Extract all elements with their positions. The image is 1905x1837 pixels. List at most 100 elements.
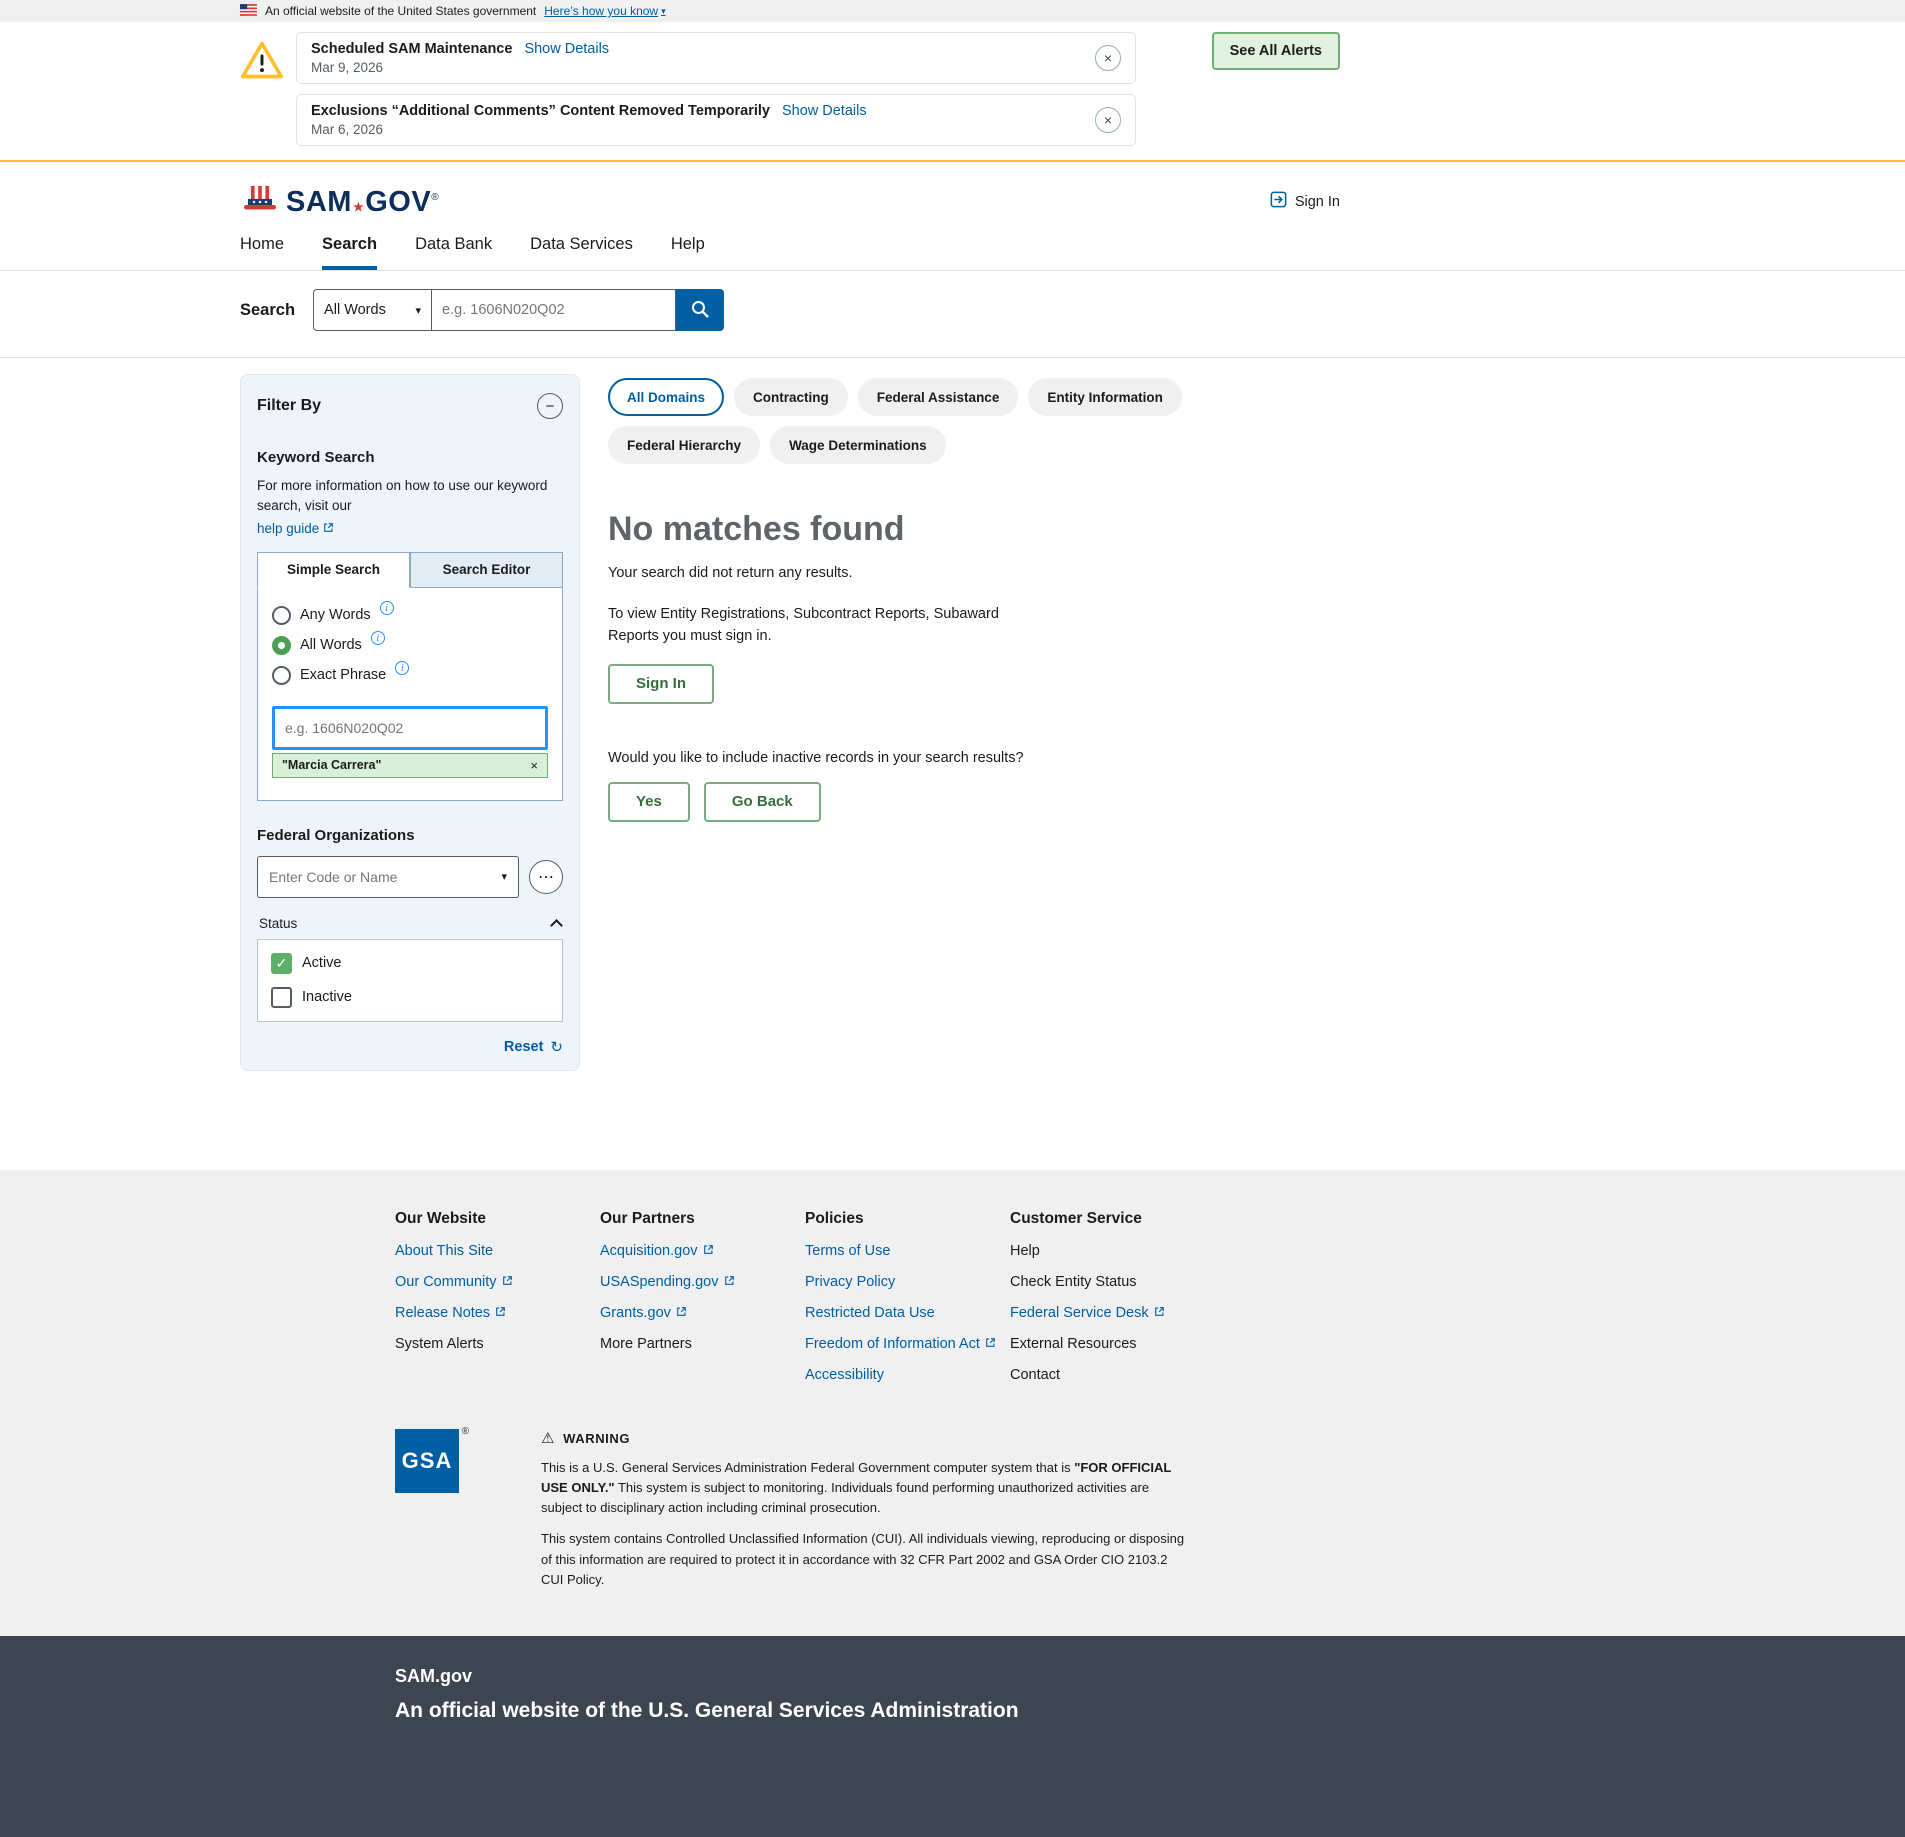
- pill-federal-hierarchy[interactable]: Federal Hierarchy: [608, 426, 760, 464]
- nav-item-data-services[interactable]: Data Services: [530, 235, 633, 270]
- nav-item-home[interactable]: Home: [240, 235, 284, 270]
- footer-link-acquisition-gov[interactable]: Acquisition.gov: [600, 1243, 698, 1259]
- nav-item-data-bank[interactable]: Data Bank: [415, 235, 492, 270]
- remove-chip-button[interactable]: ×: [530, 758, 538, 773]
- logo-gov-text: GOV: [365, 186, 431, 219]
- footer-link-release-notes[interactable]: Release Notes: [395, 1305, 490, 1321]
- radio-button[interactable]: [272, 666, 291, 685]
- red-star-icon: ★: [353, 200, 364, 214]
- footer-link-our-community[interactable]: Our Community: [395, 1274, 497, 1290]
- simple-search-card: Any Words i All Words i Exact Phrase i "…: [257, 588, 563, 801]
- footer-link-check-entity-status[interactable]: Check Entity Status: [1010, 1274, 1137, 1290]
- federal-organizations-combobox[interactable]: Enter Code or Name ▾: [257, 856, 519, 898]
- tab-simple-search[interactable]: Simple Search: [257, 552, 410, 588]
- search-mode-value: All Words: [324, 302, 386, 318]
- footer-link-about-this-site[interactable]: About This Site: [395, 1243, 493, 1259]
- sam-gov-logo[interactable]: SAM★GOV®: [240, 184, 439, 219]
- radio-all-words[interactable]: All Words i: [272, 636, 548, 655]
- sign-in-icon: [1269, 190, 1288, 213]
- keyword-input[interactable]: [272, 706, 548, 750]
- footer-column-title: Our Website: [395, 1210, 600, 1228]
- alert-show-details-link[interactable]: Show Details: [782, 103, 867, 119]
- tab-search-editor[interactable]: Search Editor: [410, 552, 563, 588]
- alert-list: Scheduled SAM Maintenance Show Details M…: [296, 32, 1136, 146]
- status-option-inactive[interactable]: Inactive: [271, 987, 549, 1008]
- pill-wage-determinations[interactable]: Wage Determinations: [770, 426, 946, 464]
- header-sign-in-link[interactable]: Sign In: [1269, 190, 1340, 213]
- pill-all-domains[interactable]: All Domains: [608, 378, 724, 416]
- uncle-sam-hat-icon: [240, 184, 280, 219]
- more-organizations-button[interactable]: ⋯: [529, 860, 563, 894]
- external-link-icon: [502, 1274, 513, 1290]
- help-guide-link[interactable]: help guide: [257, 521, 319, 536]
- collapse-filters-button[interactable]: −: [537, 393, 563, 419]
- info-icon[interactable]: i: [380, 601, 394, 615]
- see-all-alerts-button[interactable]: See All Alerts: [1212, 32, 1340, 70]
- alert-close-button[interactable]: ×: [1095, 107, 1121, 133]
- yes-button[interactable]: Yes: [608, 782, 690, 822]
- footer-link-terms-of-use[interactable]: Terms of Use: [805, 1243, 890, 1259]
- agency-footer-title: SAM.gov: [395, 1666, 1905, 1687]
- search-mode-select[interactable]: All Words ▾: [313, 289, 431, 331]
- footer-link-contact[interactable]: Contact: [1010, 1367, 1060, 1383]
- keyword-search-description: For more information on how to use our k…: [257, 476, 563, 517]
- go-back-button[interactable]: Go Back: [704, 782, 821, 822]
- pill-federal-assistance[interactable]: Federal Assistance: [858, 378, 1019, 416]
- radio-any-words[interactable]: Any Words i: [272, 606, 548, 625]
- chevron-up-icon[interactable]: [550, 919, 563, 932]
- chevron-down-icon: ▾: [416, 304, 422, 317]
- footer-link-help[interactable]: Help: [1010, 1243, 1040, 1259]
- footer-link-privacy-policy[interactable]: Privacy Policy: [805, 1274, 895, 1290]
- alert-date: Mar 9, 2026: [311, 60, 609, 75]
- pill-contracting[interactable]: Contracting: [734, 378, 848, 416]
- footer-link-grants-gov[interactable]: Grants.gov: [600, 1305, 671, 1321]
- footer-link-more-partners[interactable]: More Partners: [600, 1336, 692, 1352]
- filter-by-title: Filter By: [257, 397, 321, 415]
- close-icon: ×: [1104, 113, 1112, 127]
- search-input[interactable]: [431, 289, 676, 331]
- chevron-down-icon: ▾: [661, 6, 666, 17]
- checkbox-checked[interactable]: ✓: [271, 953, 292, 974]
- gov-banner-how-label: Here’s how you know: [544, 4, 658, 18]
- nav-item-help[interactable]: Help: [671, 235, 705, 270]
- info-icon[interactable]: i: [395, 661, 409, 675]
- checkbox-label: Active: [302, 955, 342, 971]
- footer-link-federal-service-desk[interactable]: Federal Service Desk: [1010, 1305, 1149, 1321]
- status-option-active[interactable]: ✓ Active: [271, 953, 549, 974]
- federal-organizations-heading: Federal Organizations: [257, 827, 563, 844]
- footer-link-accessibility[interactable]: Accessibility: [805, 1367, 884, 1383]
- sign-in-button[interactable]: Sign In: [608, 664, 714, 704]
- footer-link-system-alerts[interactable]: System Alerts: [395, 1336, 484, 1352]
- nav-item-search[interactable]: Search: [322, 235, 377, 270]
- radio-button[interactable]: [272, 606, 291, 625]
- refresh-icon: ↻: [550, 1038, 563, 1056]
- gov-banner-how-link[interactable]: Here’s how you know▾: [544, 4, 665, 18]
- close-icon: ×: [1104, 51, 1112, 65]
- footer-link-foia[interactable]: Freedom of Information Act: [805, 1336, 980, 1352]
- warning-paragraph-2: This system contains Controlled Unclassi…: [541, 1529, 1189, 1589]
- reset-filters-link[interactable]: Reset: [504, 1039, 544, 1055]
- radio-button-selected[interactable]: [272, 636, 291, 655]
- sign-in-label: Sign In: [1295, 194, 1340, 210]
- radio-exact-phrase[interactable]: Exact Phrase i: [272, 666, 548, 685]
- alert-show-details-link[interactable]: Show Details: [524, 41, 609, 57]
- checkbox-unchecked[interactable]: [271, 987, 292, 1008]
- external-link-icon: [323, 521, 334, 536]
- alert-title: Scheduled SAM Maintenance: [311, 41, 512, 57]
- footer-column-customer-service: Customer Service Help Check Entity Statu…: [1010, 1210, 1215, 1383]
- warning-title: WARNING: [563, 1431, 630, 1446]
- us-flag-icon: [240, 4, 257, 19]
- status-section-label: Status: [259, 916, 297, 931]
- search-submit-button[interactable]: [676, 289, 724, 331]
- radio-label: All Words: [300, 637, 362, 653]
- footer-link-usaspending-gov[interactable]: USASpending.gov: [600, 1274, 719, 1290]
- pill-entity-information[interactable]: Entity Information: [1028, 378, 1182, 416]
- radio-label: Any Words: [300, 607, 371, 623]
- gsa-logo-text: GSA: [402, 1448, 453, 1474]
- warning-paragraph-1: This is a U.S. General Services Administ…: [541, 1458, 1189, 1518]
- footer-link-external-resources[interactable]: External Resources: [1010, 1336, 1137, 1352]
- footer-link-restricted-data-use[interactable]: Restricted Data Use: [805, 1305, 935, 1321]
- info-icon[interactable]: i: [371, 631, 385, 645]
- alert-close-button[interactable]: ×: [1095, 45, 1121, 71]
- external-link-icon: [1154, 1305, 1165, 1321]
